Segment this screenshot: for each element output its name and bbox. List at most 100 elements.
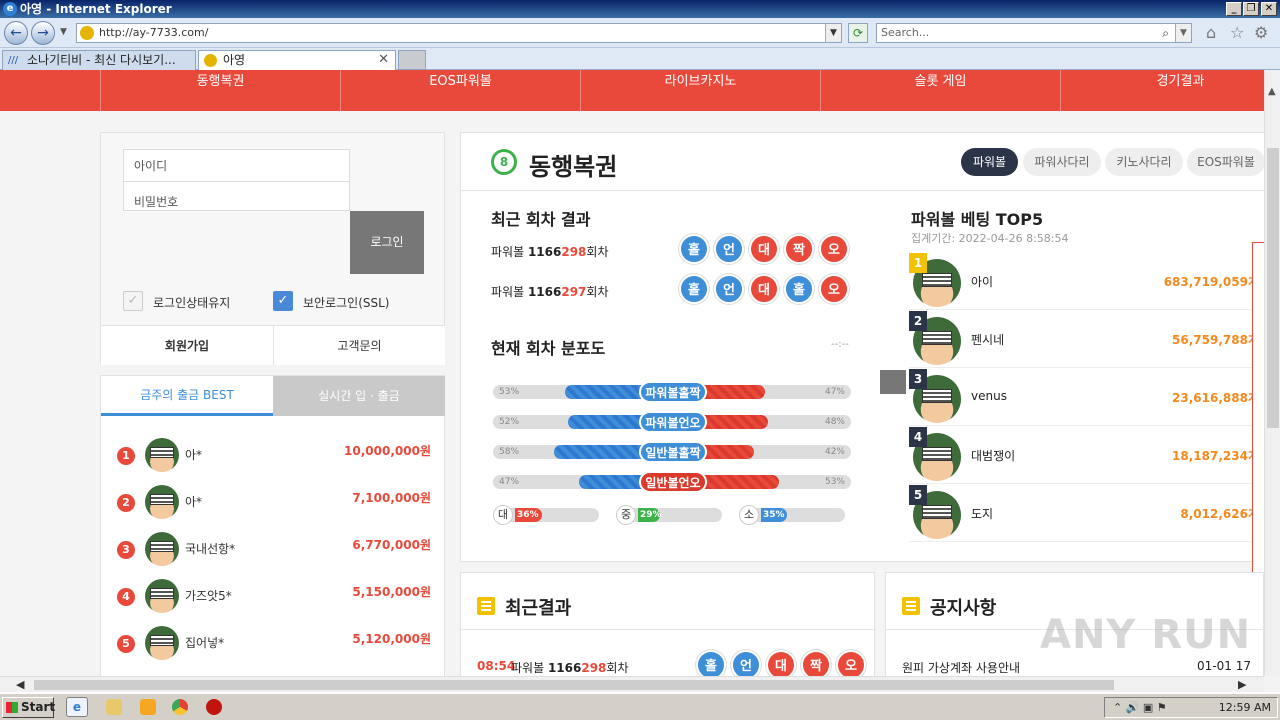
tab-power-ladder[interactable]: 파워사다리	[1023, 148, 1101, 176]
tab-eos-powerball[interactable]: EOS파워볼	[1187, 148, 1264, 176]
size-bar-pct: 35%	[763, 510, 785, 520]
side-panel-tab[interactable]	[1252, 242, 1264, 628]
top5-amount: 8,012,626개	[1180, 507, 1259, 521]
media-player-icon[interactable]	[140, 699, 156, 715]
result-ball: 홀	[679, 234, 709, 264]
scroll-right-icon[interactable]: ▶	[1238, 678, 1246, 691]
chrome-icon[interactable]	[172, 699, 188, 715]
restore-button[interactable]: ❐	[1243, 2, 1259, 16]
username-input[interactable]: 아이디	[123, 149, 350, 182]
size-bar: 소 35%	[739, 505, 845, 525]
withdraw-row: 5 집어넣* 5,120,000원	[115, 622, 431, 662]
window-title: 아영 - Internet Explorer	[20, 2, 172, 16]
tab-powerball[interactable]: 파워볼	[961, 148, 1018, 176]
nav-item-lottery[interactable]: 동행복권	[100, 70, 340, 111]
top5-name: venus	[971, 389, 1007, 403]
distribution-heading: 현재 회차 분포도	[491, 339, 606, 358]
tab-ayoung[interactable]: 아영 ✕	[198, 50, 396, 70]
distribution-right-pct: 47%	[824, 387, 845, 397]
top5-rank-badge: 4	[909, 427, 927, 447]
scroll-up-icon[interactable]: ▲	[1268, 86, 1276, 97]
tray-icons[interactable]: ⌃ 🔊 ▣ ⚑	[1113, 698, 1167, 717]
password-input[interactable]: 비밀번호	[123, 181, 350, 211]
nav-item-live-casino[interactable]: 라이브카지노	[580, 70, 820, 111]
avatar-helmet-icon	[145, 579, 179, 613]
home-icon[interactable]: ⌂	[1206, 24, 1216, 42]
result-ball: 대	[766, 650, 796, 676]
top5-amount: 683,719,059개	[1163, 275, 1259, 289]
avatar-helmet-icon	[145, 532, 179, 566]
result-ball: 오	[819, 274, 849, 304]
ie-taskbar-icon[interactable]: e	[66, 697, 88, 717]
forward-button[interactable]: →	[31, 21, 55, 45]
close-window-button[interactable]: ✕	[1261, 2, 1277, 16]
start-button[interactable]: Start	[2, 697, 56, 718]
favorites-star-icon[interactable]: ☆	[1230, 24, 1244, 42]
top5-amount: 56,759,788개	[1172, 333, 1259, 347]
withdraw-row: 4 가즈앗5* 5,150,000원	[115, 575, 431, 615]
top5-row: 4 대범쟁이 18,187,234개	[909, 427, 1259, 484]
back-button[interactable]: ←	[4, 21, 28, 45]
tab-favicon-icon	[204, 54, 217, 67]
top5-heading: 파워볼 베팅 TOP5	[911, 210, 1044, 229]
tab-keno-ladder[interactable]: 키노사다리	[1105, 148, 1183, 176]
distribution-timer: --:--	[831, 339, 849, 350]
browser-tab-bar: /// 소나기티비 - 최신 다시보기... 아영 ✕	[0, 48, 1280, 70]
windows-taskbar: Start e ⌃ 🔊 ▣ ⚑ 12:59 AM	[0, 692, 1280, 720]
close-tab-icon[interactable]: ✕	[378, 51, 389, 69]
recent-results-card: 최근결과 08:54 파워볼 1166298회차 홀언대짝오	[460, 572, 876, 676]
distribution-left-pct: 53%	[499, 387, 520, 397]
tools-gear-icon[interactable]: ⚙	[1254, 24, 1268, 42]
horizontal-scrollbar[interactable]: ◀ ▶	[0, 676, 1264, 692]
distribution-bar: 53% 47% 파워볼홀짝	[493, 381, 851, 403]
recent-results-heading: 최근 회차 결과	[491, 210, 591, 229]
result-ball: 언	[714, 234, 744, 264]
round-label: 파워볼 1166298회차	[491, 245, 609, 259]
tab-realtime-deposit[interactable]: 실시간 입 · 출금	[273, 376, 445, 416]
top5-name: 펜시네	[971, 333, 1005, 347]
notice-item[interactable]: 원피 가상계좌 사용안내	[902, 659, 1020, 676]
tab-sonagi[interactable]: /// 소나기티비 - 최신 다시보기...	[2, 50, 196, 70]
amount: 6,770,000원	[352, 538, 431, 552]
keep-login-checkbox[interactable]: ✓	[123, 291, 143, 311]
round-label: 파워볼 1166297회차	[491, 285, 609, 299]
top5-rank-badge: 2	[909, 311, 927, 331]
top-navigation: 동행복권 EOS파워볼 라이브카지노 슬롯 게임 경기결과	[0, 70, 1264, 111]
minimize-button[interactable]: _	[1226, 2, 1242, 16]
horizontal-scroll-thumb[interactable]	[34, 680, 1114, 690]
refresh-icon[interactable]: ⟳	[848, 23, 868, 43]
ssl-login-checkbox[interactable]: ✓	[273, 291, 293, 311]
search-dropdown-icon[interactable]: ▼	[1175, 24, 1191, 42]
new-tab-button[interactable]	[398, 50, 426, 70]
search-icon[interactable]: ⌕	[1162, 24, 1169, 42]
search-box[interactable]: Search... ⌕ ▼	[876, 23, 1192, 43]
lottery-title: 동행복권	[529, 153, 618, 181]
signup-button[interactable]: 회원가입	[101, 325, 273, 365]
distribution-left-pct: 52%	[499, 417, 520, 427]
login-button[interactable]: 로그인	[350, 211, 424, 274]
nav-item-slot-game[interactable]: 슬롯 게임	[820, 70, 1060, 111]
address-url: http://ay-7733.com/	[99, 26, 209, 39]
address-bar[interactable]: http://ay-7733.com/ ▼	[76, 23, 842, 43]
scroll-left-icon[interactable]: ◀	[16, 678, 24, 691]
floating-scroll-button[interactable]	[880, 370, 906, 394]
tab-withdraw-best[interactable]: 금주의 출금 BEST	[101, 376, 273, 416]
nav-item-eos-powerball[interactable]: EOS파워볼	[340, 70, 580, 111]
distribution-right-pct: 53%	[824, 477, 845, 487]
rank-badge: 5	[117, 635, 135, 653]
vertical-scroll-thumb[interactable]	[1267, 148, 1279, 428]
antivirus-icon[interactable]	[206, 699, 222, 715]
top5-period: 집계기간: 2022-04-26 8:58:54	[911, 232, 1069, 245]
user-name: 아*	[185, 495, 203, 509]
result-ball: 언	[731, 650, 761, 676]
support-button[interactable]: 고객문의	[273, 325, 445, 365]
amount: 5,120,000원	[352, 632, 431, 646]
address-dropdown-icon[interactable]: ▼	[825, 24, 841, 42]
distribution-label: 파워볼홀짝	[639, 381, 707, 403]
vertical-scrollbar[interactable]: ▲	[1264, 70, 1280, 676]
explorer-folder-icon[interactable]	[106, 699, 122, 715]
history-dropdown-icon[interactable]: ▼	[60, 27, 67, 37]
nav-item-match-results[interactable]: 경기결과	[1060, 70, 1264, 111]
page-viewport: 동행복권 EOS파워볼 라이브카지노 슬롯 게임 경기결과 아이디 비밀번호 로…	[0, 70, 1264, 676]
start-label: Start	[21, 700, 56, 714]
